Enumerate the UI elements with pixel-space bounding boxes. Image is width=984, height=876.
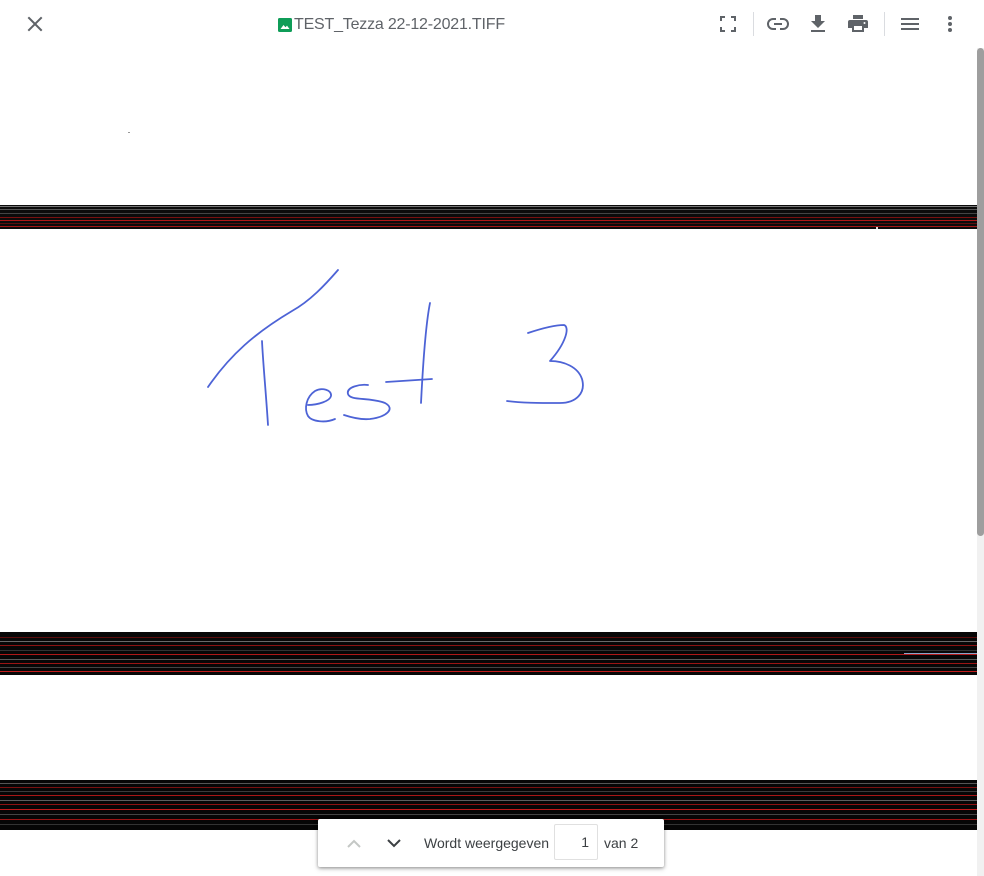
scan-band	[0, 205, 977, 229]
print-icon	[848, 15, 868, 32]
toolbar-divider	[884, 12, 885, 36]
more-vert-icon	[948, 16, 952, 32]
page-navigator: Wordt weergegeven van 2	[318, 819, 664, 867]
close-icon	[27, 16, 43, 32]
print-button[interactable]	[838, 4, 878, 44]
chevron-up-icon	[347, 839, 361, 848]
document-page	[0, 48, 977, 876]
scan-band	[0, 632, 977, 675]
fullscreen-button[interactable]	[708, 4, 748, 44]
download-icon	[811, 15, 825, 32]
fullscreen-icon	[720, 16, 736, 32]
toolbar-divider	[753, 12, 754, 36]
previous-page-button[interactable]	[338, 827, 370, 859]
download-button[interactable]	[798, 4, 838, 44]
scan-speck	[128, 132, 130, 133]
details-button[interactable]	[890, 4, 930, 44]
more-options-button[interactable]	[930, 4, 970, 44]
link-icon	[767, 18, 789, 30]
viewer-toolbar: TEST_Tezza 22-12-2021.TIFF	[0, 0, 984, 48]
scrollbar-thumb[interactable]	[977, 48, 984, 536]
link-button[interactable]	[758, 4, 798, 44]
showing-label: Wordt weergegeven	[424, 835, 550, 851]
handwriting-test-3	[207, 269, 584, 426]
chevron-down-icon	[387, 838, 401, 847]
file-title: TEST_Tezza 22-12-2021.TIFF	[278, 14, 505, 36]
page-count-label: van 2	[604, 835, 639, 851]
close-button[interactable]	[15, 4, 55, 44]
file-name: TEST_Tezza 22-12-2021.TIFF	[294, 16, 505, 33]
menu-icon	[901, 18, 919, 30]
next-page-button[interactable]	[378, 827, 410, 859]
page-number-input[interactable]	[554, 824, 598, 860]
image-icon	[278, 18, 292, 32]
